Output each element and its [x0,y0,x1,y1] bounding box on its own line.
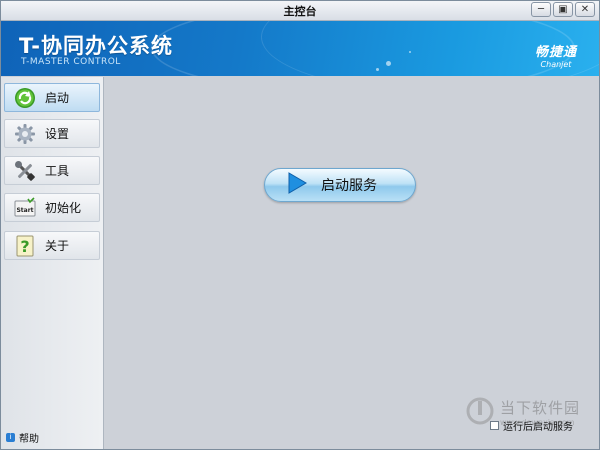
bubble-decoration [386,61,391,66]
bubble-decoration [409,51,411,53]
sidebar-item-tools[interactable]: 工具 [4,156,100,185]
start-icon: Start [14,196,36,219]
brand-name-cn: 畅捷通 [534,45,577,60]
app-title: T-协同办公系统 [19,34,173,58]
tools-icon [14,160,36,182]
gear-icon [14,123,36,145]
sidebar-item-init[interactable]: Start 初始化 [4,193,100,222]
sidebar-item-about[interactable]: ? 关于 [4,231,100,260]
run-after-label: 运行后启动服务 [503,422,573,433]
sidebar-item-settings[interactable]: 设置 [4,119,100,148]
minimize-button[interactable]: ─ [531,2,551,17]
main-window: 主控台 ─ ▣ ✕ T-协同办公系统 T-MASTER CONTROL 畅捷通 … [0,0,600,450]
brand-logo: 畅捷通 Chanjet [535,41,577,69]
restore-button[interactable]: ▣ [553,2,573,17]
sidebar-item-label: 工具 [45,164,70,178]
start-service-button[interactable]: 启动服务 [264,168,416,202]
sidebar-item-label: 启动 [45,91,70,105]
question-icon: ? [14,235,36,257]
bubble-decoration [376,68,379,71]
sidebar-item-start[interactable]: 启动 [4,83,100,112]
sidebar-item-label: 关于 [45,239,70,253]
help-label: 帮助 [19,434,39,445]
close-button[interactable]: ✕ [575,2,595,17]
refresh-icon [14,87,36,109]
help-icon: i [6,433,15,442]
run-after-checkbox[interactable] [490,421,499,430]
sidebar-item-label: 设置 [45,127,70,141]
sidebar-item-label: 初始化 [45,201,82,215]
watermark-text: 当下软件园 [500,399,581,417]
window-controls: ─ ▣ ✕ [529,2,595,18]
title-bar[interactable]: 主控台 ─ ▣ ✕ [1,1,599,21]
play-icon [287,172,307,198]
main-panel: 启动服务 当下软件园 www.downxia.com 运行后启动服务 [104,77,599,449]
help-link[interactable]: i 帮助 [6,430,39,445]
app-subtitle: T-MASTER CONTROL [21,57,121,67]
header-banner: T-协同办公系统 T-MASTER CONTROL 畅捷通 Chanjet [1,21,599,76]
svg-text:?: ? [20,237,29,256]
window-title: 主控台 [283,5,317,18]
start-service-label: 启动服务 [321,178,377,194]
sidebar: 启动 设置 工具 Start 初始化 ? 关于 i 帮助 [1,77,104,449]
run-after-option[interactable]: 运行后启动服务 [490,418,573,433]
brand-name-en: Chanjet [540,60,572,69]
start-icon-text: Start [16,207,33,214]
